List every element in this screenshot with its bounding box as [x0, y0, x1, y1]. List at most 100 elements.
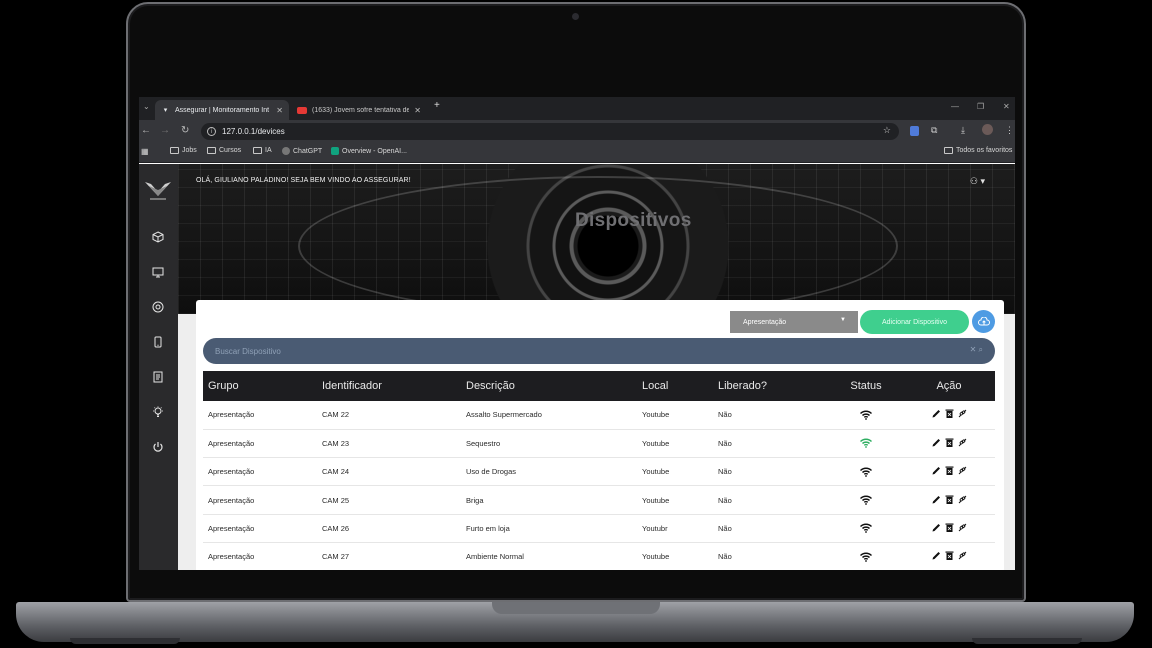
- search-input[interactable]: [215, 344, 915, 358]
- table-row[interactable]: Apresentação CAM 22 Assalto Supermercado Yo…: [203, 401, 995, 430]
- sidebar-power-icon[interactable]: [147, 436, 169, 458]
- tab-title: Assegurar | Monitoramento Int: [175, 106, 270, 114]
- table-row[interactable]: Apresentação CAM 26 Furto em loja Youtubr Nã…: [203, 514, 995, 543]
- cell-acao: [903, 401, 995, 429]
- tab-assegurar[interactable]: ▾ Assegurar | Monitoramento Int ✕: [155, 100, 289, 120]
- link-chain-icon[interactable]: [957, 550, 968, 561]
- bookmarks-bar: ▦ Jobs Cursos IA ChatGPT Overview - Open…: [139, 142, 1015, 163]
- search-icon[interactable]: ✕ ⌕: [970, 345, 983, 355]
- cell-descricao: Furto em loja: [466, 523, 510, 533]
- extensions-icon[interactable]: ⧉: [931, 125, 937, 136]
- cell-acao: [903, 458, 995, 486]
- all-bookmarks[interactable]: Todos os favoritos: [944, 147, 1012, 154]
- header-status[interactable]: Status: [829, 371, 903, 401]
- edit-pencil-icon[interactable]: [931, 522, 942, 533]
- edit-pencil-icon[interactable]: [931, 494, 942, 505]
- tab-search-icon[interactable]: ⌄: [143, 102, 150, 111]
- header-grupo[interactable]: Grupo: [203, 371, 317, 401]
- header-descricao[interactable]: Descrição: [461, 371, 637, 401]
- sidebar-monitor-icon[interactable]: [147, 261, 169, 283]
- cell-identificador: CAM 27: [322, 552, 350, 562]
- welcome-greeting: OLÁ, GIULIANO PALADINO! SEJA BEM VINDO A…: [196, 177, 411, 184]
- link-chain-icon[interactable]: [957, 465, 968, 476]
- header-identificador[interactable]: Identificador: [317, 371, 461, 401]
- page-title: Dispositivos: [575, 210, 692, 231]
- sidebar-phone-icon[interactable]: [147, 331, 169, 353]
- cell-identificador: CAM 22: [322, 410, 350, 420]
- tab-title: (1633) Jovem sofre tentativa de: [312, 106, 410, 114]
- cell-local: Youtube: [642, 438, 670, 448]
- group-select[interactable]: Apresentação ▼: [730, 311, 858, 333]
- bookmark-jobs[interactable]: Jobs: [170, 147, 197, 154]
- edit-pencil-icon[interactable]: [931, 550, 942, 561]
- download-icon[interactable]: ⤓: [961, 125, 965, 136]
- delete-trash-icon[interactable]: [944, 408, 955, 419]
- delete-trash-icon[interactable]: [944, 550, 955, 561]
- delete-trash-icon[interactable]: [944, 465, 955, 476]
- link-chain-icon[interactable]: [957, 522, 968, 533]
- bookmark-ia[interactable]: IA: [253, 147, 272, 154]
- link-chain-icon[interactable]: [957, 408, 968, 419]
- delete-trash-icon[interactable]: [944, 437, 955, 448]
- wifi-icon: [860, 410, 872, 420]
- tab-youtube[interactable]: (1633) Jovem sofre tentativa de ✕: [291, 100, 427, 120]
- cell-identificador: CAM 25: [322, 495, 350, 505]
- laptop-mockup: ⌄ ▾ Assegurar | Monitoramento Int ✕ (163…: [0, 0, 1152, 648]
- profile-avatar[interactable]: [982, 124, 993, 135]
- cell-status: [829, 486, 903, 514]
- cell-acao: [903, 514, 995, 542]
- add-device-button[interactable]: Adicionar Dispositivo: [860, 310, 969, 334]
- sidebar-at-icon[interactable]: [147, 296, 169, 318]
- url-bar[interactable]: i 127.0.0.1/devices ☆: [201, 123, 899, 140]
- edit-pencil-icon[interactable]: [931, 408, 942, 419]
- cell-grupo: Apresentação: [208, 495, 255, 505]
- edit-pencil-icon[interactable]: [931, 437, 942, 448]
- new-tab-button[interactable]: +: [434, 100, 440, 111]
- sidebar-lightbulb-icon[interactable]: [147, 401, 169, 423]
- search-bar: ✕ ⌕: [203, 338, 995, 364]
- bookmark-cursos[interactable]: Cursos: [207, 147, 241, 154]
- eye-outline-decoration: [298, 176, 898, 314]
- shield-extension-icon[interactable]: [910, 126, 919, 136]
- minimize-icon[interactable]: —: [951, 102, 959, 111]
- bookmark-chatgpt[interactable]: ChatGPT: [282, 147, 322, 155]
- table-row[interactable]: Apresentação CAM 24 Uso de Drogas Youtube Nã…: [203, 458, 995, 486]
- cell-status: [829, 542, 903, 570]
- bookmark-star-icon[interactable]: ☆: [883, 125, 891, 136]
- cell-grupo: Apresentação: [208, 552, 255, 562]
- sidebar-cube-icon[interactable]: [147, 226, 169, 248]
- menu-kebab-icon[interactable]: ⋮: [1005, 125, 1014, 136]
- openai-icon: [331, 147, 339, 155]
- table-row[interactable]: Apresentação CAM 25 Briga Youtube Não: [203, 486, 995, 515]
- cell-grupo: Apresentação: [208, 523, 255, 533]
- delete-trash-icon[interactable]: [944, 494, 955, 505]
- bookmark-label: ChatGPT: [293, 147, 323, 155]
- cell-grupo: Apresentação: [208, 438, 255, 448]
- cloud-upload-button[interactable]: [972, 310, 995, 333]
- restore-icon[interactable]: ❐: [977, 102, 984, 111]
- table-row[interactable]: Apresentação CAM 27 Ambiente Normal Youtube…: [203, 542, 995, 570]
- edit-pencil-icon[interactable]: [931, 465, 942, 476]
- back-icon[interactable]: ←: [141, 125, 151, 137]
- apps-grid-icon[interactable]: ▦: [141, 147, 149, 156]
- cell-liberado: Não: [718, 523, 732, 533]
- header-liberado[interactable]: Liberado?: [713, 371, 829, 401]
- bookmark-openai[interactable]: Overview - OpenAI...: [331, 147, 407, 155]
- user-menu-icon[interactable]: ⚇ ▾: [970, 176, 985, 187]
- cell-descricao: Uso de Drogas: [466, 467, 517, 477]
- cell-liberado: Não: [718, 467, 732, 477]
- close-window-icon[interactable]: ✕: [1003, 102, 1010, 111]
- close-tab-icon[interactable]: ✕: [276, 106, 283, 115]
- forward-icon[interactable]: →: [160, 125, 170, 137]
- link-chain-icon[interactable]: [957, 494, 968, 505]
- reload-icon[interactable]: ↻: [181, 125, 189, 137]
- close-tab-icon[interactable]: ✕: [414, 106, 421, 115]
- youtube-favicon-icon: [297, 106, 307, 114]
- site-info-icon[interactable]: i: [207, 127, 216, 136]
- delete-trash-icon[interactable]: [944, 522, 955, 533]
- header-local[interactable]: Local: [637, 371, 713, 401]
- table-row[interactable]: Apresentação CAM 23 Sequestro Youtube Não: [203, 429, 995, 458]
- sidebar-document-icon[interactable]: [147, 366, 169, 388]
- wifi-icon: [860, 495, 872, 505]
- link-chain-icon[interactable]: [957, 437, 968, 448]
